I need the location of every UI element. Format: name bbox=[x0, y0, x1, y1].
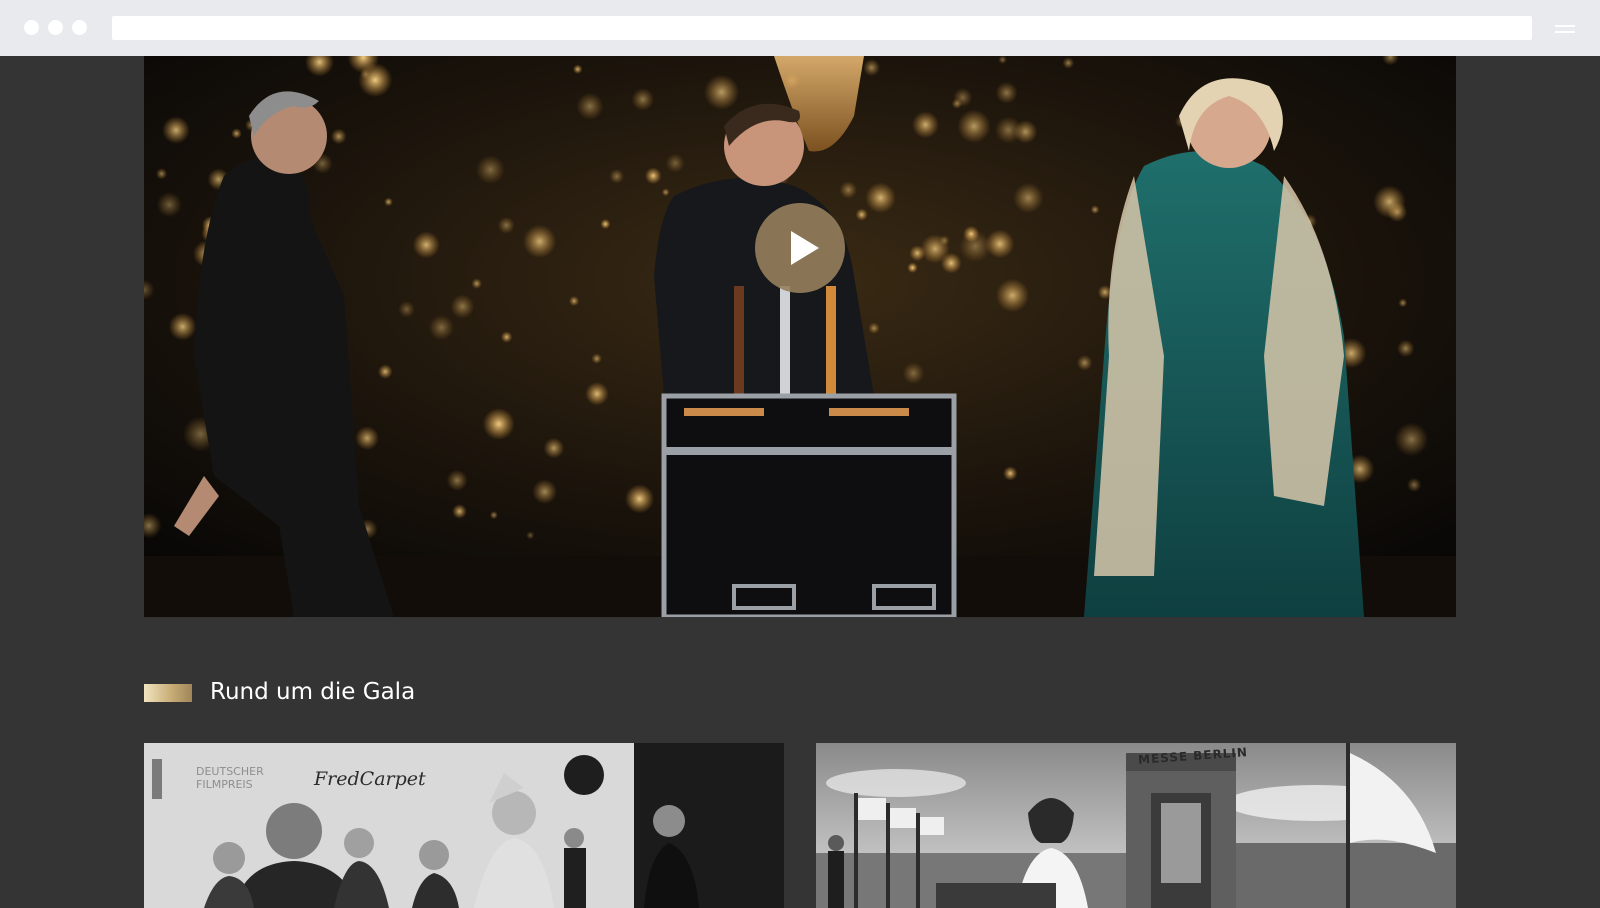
bokeh-light bbox=[497, 216, 515, 234]
window-close-dot[interactable] bbox=[24, 20, 39, 35]
hamburger-menu-icon[interactable] bbox=[1555, 21, 1575, 35]
bokeh-light bbox=[957, 109, 991, 143]
bokeh-light bbox=[446, 469, 468, 491]
bokeh-light bbox=[450, 294, 475, 319]
bokeh-light bbox=[355, 426, 380, 451]
hero-video-still bbox=[144, 56, 1456, 617]
section-accent-bar bbox=[144, 684, 192, 702]
bokeh-light bbox=[591, 353, 602, 364]
bokeh-light bbox=[863, 59, 881, 77]
section-title: Rund um die Gala bbox=[210, 679, 416, 705]
bokeh-light bbox=[1397, 339, 1415, 358]
bokeh-light bbox=[156, 192, 182, 218]
bokeh-light bbox=[868, 322, 880, 334]
bokeh-light bbox=[572, 64, 583, 74]
bokeh-light bbox=[644, 167, 662, 185]
gallery-thumbnail-red-carpet[interactable]: DEUTSCHER FILMPREIS FredCarpet bbox=[144, 743, 784, 908]
bokeh-light bbox=[162, 116, 190, 144]
bokeh-light bbox=[543, 437, 565, 459]
bokeh-light bbox=[912, 111, 939, 139]
bokeh-light bbox=[489, 511, 498, 520]
bokeh-light bbox=[482, 408, 515, 440]
bokeh-light bbox=[452, 504, 467, 519]
address-bar[interactable] bbox=[112, 16, 1532, 40]
bokeh-light bbox=[665, 153, 685, 173]
bokeh-light bbox=[378, 364, 393, 379]
bokeh-light bbox=[839, 181, 858, 199]
bokeh-light bbox=[428, 314, 454, 341]
bokeh-light bbox=[576, 92, 604, 120]
bokeh-light bbox=[939, 235, 950, 246]
bokeh-light bbox=[995, 81, 1018, 104]
bokeh-light bbox=[1407, 477, 1422, 493]
bokeh-light bbox=[1076, 355, 1093, 371]
bokeh-light bbox=[661, 188, 670, 197]
bokeh-light bbox=[855, 208, 868, 221]
play-icon bbox=[791, 231, 819, 265]
bokeh-light bbox=[231, 128, 242, 139]
hero-video[interactable] bbox=[144, 56, 1456, 617]
bokeh-light bbox=[155, 168, 168, 180]
bokeh-light bbox=[600, 218, 611, 230]
bokeh-light bbox=[865, 182, 896, 214]
bokeh-light bbox=[625, 484, 655, 514]
bokeh-light bbox=[398, 300, 415, 318]
bokeh-light bbox=[526, 531, 535, 540]
bokeh-light bbox=[1013, 182, 1044, 214]
gallery-thumbnail-messe-berlin[interactable]: MESSE BERLIN bbox=[816, 743, 1456, 908]
window-minimize-dot[interactable] bbox=[48, 20, 63, 35]
bokeh-light bbox=[1003, 466, 1018, 481]
bokeh-light bbox=[532, 479, 558, 505]
bokeh-light bbox=[471, 278, 483, 289]
bokeh-light bbox=[412, 231, 440, 259]
watermark-deutscher-filmpreis: DEUTSCHER FILMPREIS bbox=[196, 765, 264, 791]
browser-toolbar bbox=[0, 0, 1600, 56]
bokeh-light bbox=[384, 197, 393, 207]
bokeh-light bbox=[959, 230, 992, 263]
bokeh-light bbox=[609, 168, 625, 184]
bokeh-light bbox=[994, 116, 1022, 144]
bokeh-light bbox=[951, 98, 963, 109]
bokeh-light bbox=[476, 155, 505, 184]
bokeh-light bbox=[907, 262, 918, 273]
bokeh-light bbox=[569, 295, 580, 307]
bokeh-light bbox=[330, 128, 347, 145]
bokeh-light bbox=[1062, 57, 1075, 69]
bokeh-light bbox=[1394, 422, 1429, 457]
bokeh-light bbox=[500, 331, 513, 343]
bokeh-light bbox=[585, 382, 609, 406]
watermark-line2: FILMPREIS bbox=[196, 778, 253, 791]
watermark-line1: DEUTSCHER bbox=[196, 765, 264, 778]
bokeh-light bbox=[704, 74, 740, 110]
bokeh-light bbox=[1398, 298, 1408, 308]
bokeh-light bbox=[168, 312, 197, 341]
bokeh-light bbox=[522, 224, 557, 259]
bokeh-light bbox=[995, 278, 1030, 313]
window-maximize-dot[interactable] bbox=[72, 20, 87, 35]
sponsor-logo-text: FredCarpet bbox=[314, 768, 426, 790]
play-button[interactable] bbox=[755, 203, 845, 293]
bokeh-light bbox=[940, 252, 962, 274]
bokeh-light bbox=[1090, 205, 1100, 215]
bokeh-light bbox=[902, 362, 925, 385]
bokeh-light bbox=[631, 88, 655, 111]
bokeh-light bbox=[1373, 185, 1406, 219]
messe-berlin-photo bbox=[816, 743, 1456, 908]
